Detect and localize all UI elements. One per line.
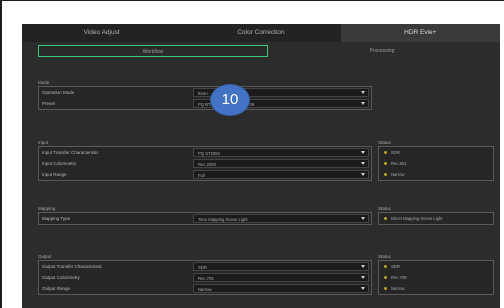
output-section-title: Output (38, 254, 52, 259)
main-tabs: Video Adjust Color Correction HDR Evie+ (22, 24, 500, 42)
chevron-down-icon (361, 102, 365, 105)
chevron-down-icon (361, 276, 365, 279)
input-transfer-label: Input Transfer Characteristic (42, 150, 99, 155)
input-transfer-value: PQ ST2084 (198, 151, 220, 156)
mapping-panel: Mapping Type Tone Mapping Scene Light (38, 212, 372, 225)
output-status-panel: SDR Rec.709 Narrow (378, 260, 494, 295)
input-range-row: Input Range Full (39, 169, 371, 180)
status-text: Narrow (391, 286, 405, 291)
status-dot-icon (384, 265, 387, 268)
input-transfer-dropdown[interactable]: PQ ST2084 (193, 148, 369, 157)
input-colorimetry-dropdown[interactable]: Rec.2020 (193, 159, 369, 168)
output-transfer-dropdown[interactable]: SDR (193, 262, 369, 271)
mapping-type-row: Mapping Type Tone Mapping Scene Light (39, 213, 371, 224)
input-colorimetry-label: Input Colorimetry (42, 161, 77, 166)
output-colorimetry-row: Output Colorimetry Rec.709 (39, 272, 371, 283)
preset-label: Preset (42, 101, 56, 106)
output-range-label: Output Range (42, 286, 71, 291)
input-range-value: Full (198, 173, 205, 178)
status-dot-icon (384, 162, 387, 165)
operation-mode-value: Evie+ (198, 91, 209, 96)
status-dot-icon (384, 276, 387, 279)
output-panel: Output Transfer Characteristic SDR Outpu… (38, 260, 372, 295)
mapping-type-value: Tone Mapping Scene Light (198, 217, 248, 222)
tab-video-adjust[interactable]: Video Adjust (22, 24, 181, 42)
status-item: SDR (379, 147, 493, 158)
input-status-panel: SDR Rec.601 Narrow (378, 146, 494, 181)
subtab-workflow[interactable]: Workflow (38, 45, 268, 57)
tab-hdr-evie[interactable]: HDR Evie+ (340, 24, 500, 42)
mode-panel: Operation Mode Evie+ Preset PQ BT.2020 1… (38, 86, 372, 110)
status-dot-icon (384, 173, 387, 176)
output-colorimetry-value: Rec.709 (198, 276, 214, 281)
operation-mode-row: Operation Mode Evie+ (39, 87, 371, 98)
chevron-down-icon (361, 91, 365, 94)
input-section-title: Input (38, 140, 49, 145)
preset-row: Preset PQ BT.2020 1000 -> SDR 709 (39, 98, 371, 109)
mapping-type-dropdown[interactable]: Tone Mapping Scene Light (193, 214, 369, 223)
output-transfer-value: SDR (198, 265, 207, 270)
input-status-title: Status (378, 140, 391, 145)
sub-tabs: Workflow Processing (36, 45, 494, 57)
status-item: Narrow (379, 169, 493, 180)
status-item: Rec.709 (379, 272, 493, 283)
mode-section-title: Mode (38, 80, 50, 85)
output-status-title: Status (378, 254, 391, 259)
chevron-down-icon (361, 287, 365, 290)
chevron-down-icon (361, 173, 365, 176)
hdr-settings-panel: Video Adjust Color Correction HDR Evie+ … (22, 24, 500, 308)
mapping-status-panel: Direct Mapping Scene Light (378, 212, 494, 225)
status-dot-icon (384, 217, 387, 220)
subtab-processing[interactable]: Processing (272, 45, 492, 57)
chevron-down-icon (361, 151, 365, 154)
mapping-type-label: Mapping Type (42, 216, 71, 221)
input-colorimetry-value: Rec.2020 (198, 162, 216, 167)
output-transfer-label: Output Transfer Characteristic (42, 264, 103, 269)
input-panel: Input Transfer Characteristic PQ ST2084 … (38, 146, 372, 181)
output-colorimetry-label: Output Colorimetry (42, 275, 80, 280)
status-item: Rec.601 (379, 158, 493, 169)
output-transfer-row: Output Transfer Characteristic SDR (39, 261, 371, 272)
step-number-badge: 10 (210, 84, 250, 116)
status-item: Narrow (379, 283, 493, 294)
input-range-label: Input Range (42, 172, 67, 177)
status-text: SDR (391, 264, 400, 269)
input-transfer-row: Input Transfer Characteristic PQ ST2084 (39, 147, 371, 158)
status-text: SDR (391, 150, 400, 155)
input-range-dropdown[interactable]: Full (193, 170, 369, 179)
status-text: Direct Mapping Scene Light (391, 216, 443, 221)
operation-mode-label: Operation Mode (42, 90, 75, 95)
output-range-value: Narrow (198, 287, 212, 292)
chevron-down-icon (361, 162, 365, 165)
status-dot-icon (384, 287, 387, 290)
output-range-row: Output Range Narrow (39, 283, 371, 294)
input-colorimetry-row: Input Colorimetry Rec.2020 (39, 158, 371, 169)
output-range-dropdown[interactable]: Narrow (193, 284, 369, 293)
chevron-down-icon (361, 265, 365, 268)
status-item: SDR (379, 261, 493, 272)
status-text: Rec.601 (391, 161, 407, 166)
chevron-down-icon (361, 217, 365, 220)
mapping-section-title: Mapping (38, 206, 56, 211)
status-text: Narrow (391, 172, 405, 177)
status-item: Direct Mapping Scene Light (379, 213, 493, 224)
tab-color-correction[interactable]: Color Correction (181, 24, 340, 42)
mapping-status-title: Status (378, 206, 391, 211)
output-colorimetry-dropdown[interactable]: Rec.709 (193, 273, 369, 282)
status-dot-icon (384, 151, 387, 154)
status-text: Rec.709 (391, 275, 407, 280)
